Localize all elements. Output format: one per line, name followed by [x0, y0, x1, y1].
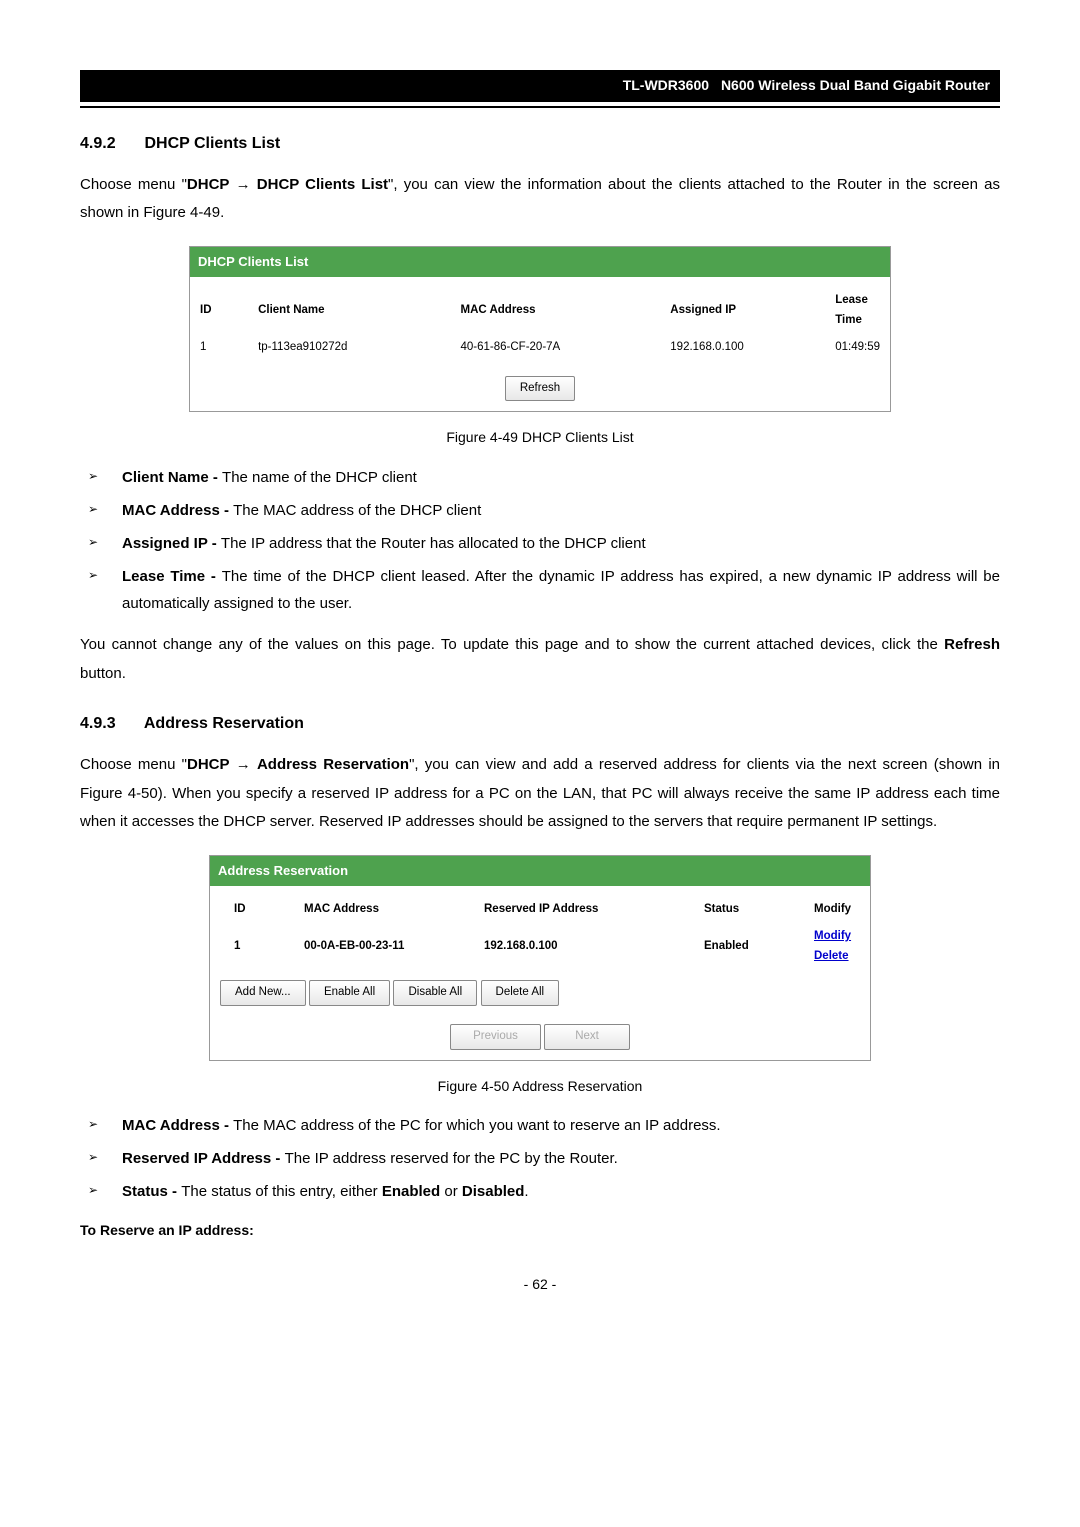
- para-refresh-note: You cannot change any of the values on t…: [80, 631, 1000, 688]
- header-model: TL-WDR3600: [623, 77, 717, 93]
- col-mac: MAC Address: [451, 287, 661, 334]
- bullet-text: The status of this entry, either: [181, 1183, 382, 1200]
- cell-mac: 40-61-86-CF-20-7A: [451, 334, 661, 362]
- cell-modify: Modify Delete: [804, 923, 870, 970]
- table-row: 1 00-0A-EB-00-23-11 192.168.0.100 Enable…: [210, 923, 870, 970]
- figure-450: Address Reservation ID MAC Address Reser…: [80, 855, 1000, 1061]
- section1-intro: Choose menu "DHCP → DHCP Clients List", …: [80, 171, 1000, 228]
- list-item: Client Name - The name of the DHCP clien…: [88, 464, 1000, 491]
- to-reserve-heading: To Reserve an IP address:: [80, 1219, 1000, 1243]
- menu-path-dhcp: DHCP: [187, 176, 230, 193]
- bullet-text: The IP address that the Router has alloc…: [221, 535, 646, 552]
- col-mac: MAC Address: [294, 896, 474, 924]
- panel-title: DHCP Clients List: [190, 247, 890, 277]
- menu-path-dhcp: DHCP: [187, 756, 230, 773]
- cell-client: tp-113ea910272d: [248, 334, 450, 362]
- panel-button-row-1: Add New... Enable All Disable All Delete…: [210, 970, 870, 1010]
- panel-button-row: Refresh: [190, 376, 890, 402]
- arrow-icon: →: [230, 756, 257, 773]
- header-divider: [80, 106, 1000, 108]
- next-button[interactable]: Next: [544, 1024, 630, 1050]
- header-title: N600 Wireless Dual Band Gigabit Router: [721, 77, 990, 93]
- col-id: ID: [190, 287, 248, 334]
- section-heading-493: 4.9.3 Address Reservation: [80, 710, 1000, 737]
- text: Choose menu ": [80, 176, 187, 193]
- list-item: Status - The status of this entry, eithe…: [88, 1178, 1000, 1205]
- list-item: MAC Address - The MAC address of the PC …: [88, 1112, 1000, 1139]
- cell-ip: 192.168.0.100: [660, 334, 825, 362]
- text: You cannot change any of the values on t…: [80, 636, 944, 653]
- list-item: Reserved IP Address - The IP address res…: [88, 1145, 1000, 1172]
- bullet-text: The name of the DHCP client: [222, 469, 417, 486]
- enable-all-button[interactable]: Enable All: [309, 980, 390, 1006]
- menu-path-address-reservation: Address Reservation: [257, 756, 409, 773]
- panel-title: Address Reservation: [210, 856, 870, 886]
- delete-all-button[interactable]: Delete All: [481, 980, 560, 1006]
- bullet-label: MAC Address -: [122, 1117, 233, 1134]
- col-modify: Modify: [804, 896, 870, 924]
- dhcp-clients-panel: DHCP Clients List ID Client Name MAC Add…: [189, 246, 891, 412]
- table-header-row: ID MAC Address Reserved IP Address Statu…: [210, 896, 870, 924]
- col-lease-time: Lease Time: [825, 287, 890, 334]
- dhcp-clients-table: ID Client Name MAC Address Assigned IP L…: [190, 287, 890, 362]
- text: button.: [80, 665, 126, 682]
- cell-id: 1: [190, 334, 248, 362]
- text: or: [440, 1183, 462, 1200]
- list-item: Lease Time - The time of the DHCP client…: [88, 563, 1000, 617]
- section2-intro: Choose menu "DHCP → Address Reservation"…: [80, 751, 1000, 837]
- bullet-label: Assigned IP -: [122, 535, 221, 552]
- bullet-label: Status -: [122, 1183, 181, 1200]
- section-heading-492: 4.9.2 DHCP Clients List: [80, 130, 1000, 157]
- cell-mac: 00-0A-EB-00-23-11: [294, 923, 474, 970]
- menu-path-clients-list: DHCP Clients List: [257, 176, 388, 193]
- cell-reserved-ip: 192.168.0.100: [474, 923, 694, 970]
- panel-button-row-2: Previous Next: [210, 1024, 870, 1050]
- figure-449: DHCP Clients List ID Client Name MAC Add…: [80, 246, 1000, 412]
- cell-id: 1: [210, 923, 294, 970]
- section-title-text: DHCP Clients List: [144, 135, 280, 152]
- page-number: - 62 -: [80, 1273, 1000, 1297]
- bullet-text: The MAC address of the PC for which you …: [233, 1117, 720, 1134]
- bullet-label: Lease Time -: [122, 568, 222, 585]
- text: .: [524, 1183, 528, 1200]
- bullet-label: Reserved IP Address -: [122, 1150, 285, 1167]
- text: Choose menu ": [80, 756, 187, 773]
- bullet-list-2: MAC Address - The MAC address of the PC …: [80, 1112, 1000, 1205]
- figure-449-caption: Figure 4-49 DHCP Clients List: [80, 426, 1000, 450]
- enabled-bold: Enabled: [382, 1183, 440, 1200]
- col-assigned-ip: Assigned IP: [660, 287, 825, 334]
- bullet-text: The time of the DHCP client leased. Afte…: [122, 568, 1000, 612]
- figure-450-caption: Figure 4-50 Address Reservation: [80, 1075, 1000, 1099]
- bullet-list-1: Client Name - The name of the DHCP clien…: [80, 464, 1000, 617]
- list-item: MAC Address - The MAC address of the DHC…: [88, 497, 1000, 524]
- arrow-icon: →: [229, 176, 256, 193]
- col-reserved-ip: Reserved IP Address: [474, 896, 694, 924]
- bullet-text: The MAC address of the DHCP client: [233, 502, 481, 519]
- address-reservation-panel: Address Reservation ID MAC Address Reser…: [209, 855, 871, 1061]
- previous-button[interactable]: Previous: [450, 1024, 541, 1050]
- disable-all-button[interactable]: Disable All: [393, 980, 477, 1006]
- disabled-bold: Disabled: [462, 1183, 525, 1200]
- bullet-label: Client Name -: [122, 469, 222, 486]
- col-client-name: Client Name: [248, 287, 450, 334]
- cell-status: Enabled: [694, 923, 804, 970]
- section-number: 4.9.2: [80, 130, 140, 157]
- bullet-text: The IP address reserved for the PC by th…: [285, 1150, 618, 1167]
- col-status: Status: [694, 896, 804, 924]
- refresh-button[interactable]: Refresh: [505, 376, 575, 402]
- cell-lease: 01:49:59: [825, 334, 890, 362]
- delete-link[interactable]: Delete: [814, 950, 849, 962]
- page-header: TL-WDR3600 N600 Wireless Dual Band Gigab…: [80, 70, 1000, 102]
- add-new-button[interactable]: Add New...: [220, 980, 306, 1006]
- col-id: ID: [210, 896, 294, 924]
- bullet-label: MAC Address -: [122, 502, 233, 519]
- modify-link[interactable]: Modify: [814, 930, 851, 942]
- table-header-row: ID Client Name MAC Address Assigned IP L…: [190, 287, 890, 334]
- section-number: 4.9.3: [80, 710, 140, 737]
- refresh-bold: Refresh: [944, 636, 1000, 653]
- section-title-text: Address Reservation: [144, 715, 304, 732]
- list-item: Assigned IP - The IP address that the Ro…: [88, 530, 1000, 557]
- address-reservation-table: ID MAC Address Reserved IP Address Statu…: [210, 896, 870, 971]
- table-row: 1 tp-113ea910272d 40-61-86-CF-20-7A 192.…: [190, 334, 890, 362]
